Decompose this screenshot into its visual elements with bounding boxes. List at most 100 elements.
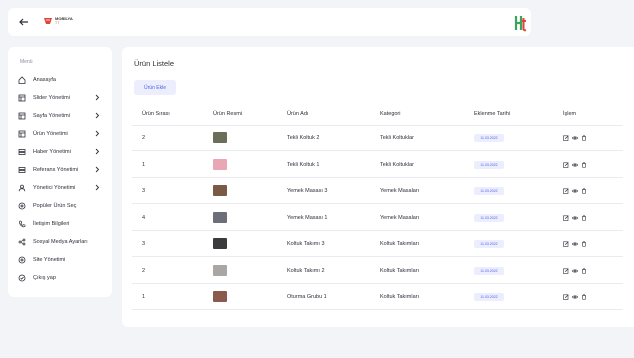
edit-icon[interactable] [563,135,569,141]
sidebar-item-label: Ürün Yönetimi [33,130,68,137]
add-product-button[interactable]: Ürün Ekle [134,80,176,95]
sidebar-item-8[interactable]: İletişim Bilgileri [18,217,110,230]
sidebar-item-label: Popüler Ürün Seç [33,202,77,209]
row-divider [132,203,623,204]
edit-icon[interactable] [563,241,569,247]
product-thumbnail[interactable] [213,211,227,223]
share-icon [18,238,26,245]
product-thumbnail[interactable] [213,264,227,276]
sidebar-item-2[interactable]: Sayfa Yönetimi [18,109,110,122]
view-eye-icon[interactable] [572,162,578,168]
layout-icon [18,94,26,101]
brand-logo[interactable]: MOBİLYA TT [44,16,74,28]
row-product-name: Yemek Masası 1 [287,214,328,221]
trash-icon[interactable] [581,294,587,300]
sidebar-item-3[interactable]: Ürün Yönetimi [18,127,110,140]
back-arrow-icon[interactable] [18,16,30,28]
row-product-name: Tekli Koltuk 2 [287,135,320,141]
menu-title: Menü [20,59,33,65]
layers-icon [18,148,26,155]
row-actions [563,188,587,194]
sidebar-item-label: Sosyal Medya Ayarları [33,238,88,245]
row-order: 3 [142,241,146,247]
home-icon [18,75,26,84]
view-eye-icon[interactable] [572,135,578,141]
edit-icon[interactable] [563,267,569,274]
row-actions [563,241,587,247]
column-header-image[interactable]: Ürün Resmi [213,111,242,117]
chevron-right-icon [95,94,100,101]
row-order: 2 [142,135,146,141]
chevron-right-icon [95,130,100,137]
view-eye-icon[interactable] [572,241,578,247]
row-category: Yemek Masaları [380,214,420,221]
row-date-badge: 11.03.2022 [474,240,504,248]
sidebar-item-0[interactable]: Anasayfa [18,73,110,86]
sidebar-item-label: Site Yönetimi [33,256,66,263]
row-divider [132,256,623,257]
row-category: Koltuk Takımları [380,241,420,247]
edit-icon[interactable] [563,294,569,300]
brand-sub: TT [55,21,60,25]
row-divider [132,150,623,151]
edit-icon[interactable] [563,188,569,194]
row-product-name: Tekli Koltuk 1 [287,161,320,168]
edit-icon[interactable] [563,161,569,168]
sidebar-item-10[interactable]: Site Yönetimi [18,253,110,266]
product-thumbnail[interactable] [213,132,227,143]
row-divider [132,282,623,284]
settings-icon [18,202,26,209]
layout-icon [18,130,26,137]
trash-icon[interactable] [581,135,587,141]
sidebar-item-4[interactable]: Haber Yönetimi [18,145,110,158]
layout-icon [18,112,26,119]
row-product-name: Yemek Masası 3 [287,188,328,194]
product-thumbnail[interactable] [213,238,227,249]
sidebar-item-5[interactable]: Referans Yönetimi [18,163,110,176]
sidebar-item-6[interactable]: Yönetici Yönetimi [18,181,110,194]
edit-icon[interactable] [563,214,569,221]
trash-icon[interactable] [581,162,587,168]
row-product-name: Koltuk Takımı 3 [287,241,325,247]
view-eye-icon[interactable] [572,215,578,221]
column-header-date[interactable]: Eklenme Tarihi [474,111,510,117]
settings-icon [18,256,26,263]
sidebar-item-label: Yönetici Yönetimi [33,184,76,191]
sidebar-item-label: Haber Yönetimi [33,148,71,155]
sidebar-item-11[interactable]: Çıkış yap [18,271,110,284]
sidebar: Menü Anasayfa Slider Yönetimi Sayfa Yöneti… [8,47,112,297]
row-order: 3 [142,188,146,194]
column-header-name[interactable]: Ürün Adı [287,111,308,117]
sidebar-item-9[interactable]: Sosyal Medya Ayarları [18,235,110,248]
row-divider [132,309,623,310]
sidebar-item-7[interactable]: Popüler Ürün Seç [18,199,110,212]
column-header-order[interactable]: Ürün Sırası [142,111,170,117]
trash-icon[interactable] [581,215,587,221]
row-order: 4 [142,214,146,221]
chevron-right-icon [95,148,100,155]
view-eye-icon[interactable] [572,188,578,194]
top-bar: MOBİLYA TT [8,8,531,36]
header-divider [132,125,623,126]
row-date-badge: 11.03.2022 [474,160,504,169]
row-order: 1 [142,161,146,168]
trash-icon[interactable] [581,241,587,247]
chevron-right-icon [95,112,100,119]
product-thumbnail[interactable] [213,185,227,196]
row-date-badge: 11.03.2022 [474,293,504,301]
row-category: Tekli Koltuklar [380,135,414,141]
chevron-right-icon [95,184,100,191]
view-eye-icon[interactable] [572,268,578,274]
product-thumbnail[interactable] [213,291,227,302]
logo-mark-icon [44,18,52,24]
sidebar-item-1[interactable]: Slider Yönetimi [18,91,110,104]
sidebar-item-label: Referans Yönetimi [33,166,79,173]
view-eye-icon[interactable] [572,294,578,300]
trash-icon[interactable] [581,188,587,194]
trash-icon[interactable] [581,268,587,274]
product-list-panel: Ürün Listele Ürün Ekle Ürün Sırası Ürün … [122,47,634,327]
product-thumbnail[interactable] [213,158,227,170]
row-date-badge: 11.03.2022 [474,213,504,222]
column-header-category[interactable]: Kategori [380,111,401,117]
sidebar-item-label: Slider Yönetimi [33,94,70,101]
